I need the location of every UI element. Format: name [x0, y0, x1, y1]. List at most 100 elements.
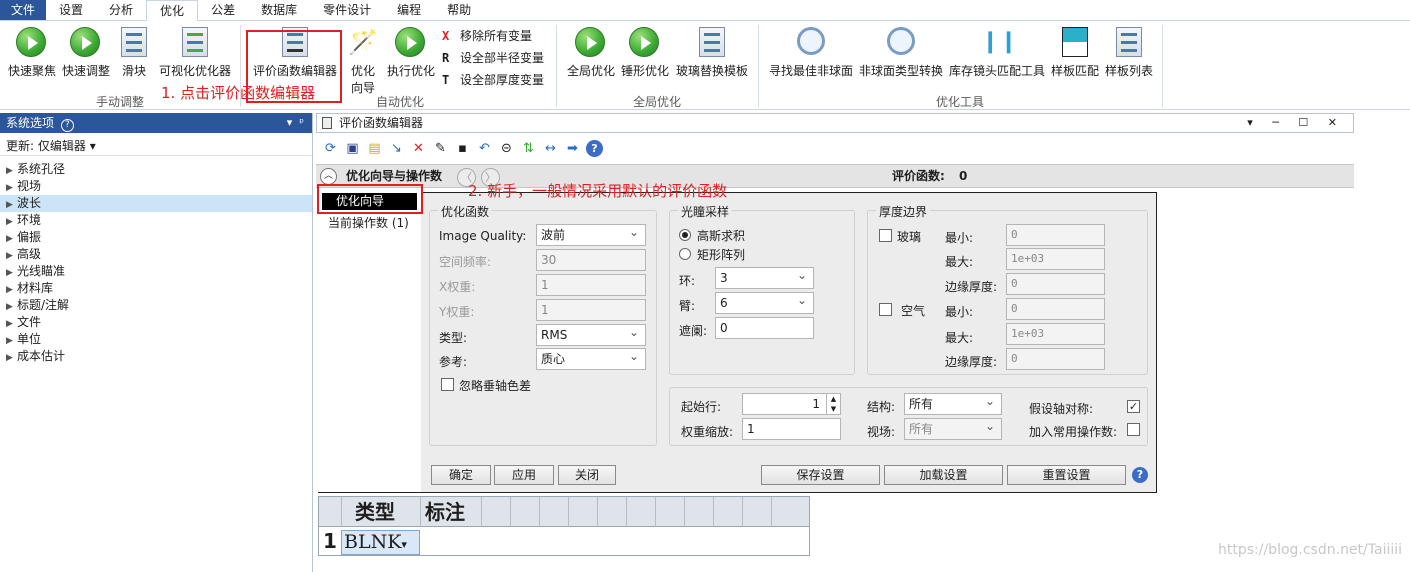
set-all-radius-variable-button[interactable]: R 设全部半径变量 [442, 49, 544, 66]
find-best-asphere-button[interactable]: 寻找最佳非球面 [768, 27, 854, 79]
update-icon[interactable]: ⇅ [520, 140, 537, 157]
add-favorite-operands-checkbox[interactable] [1127, 423, 1140, 436]
help-icon[interactable]: ? [586, 139, 603, 157]
caret-down-icon: ▾ [89, 139, 96, 153]
y-weight-input[interactable]: 1 [536, 299, 646, 321]
air-min-input[interactable]: 0 [1006, 298, 1105, 320]
option-title-notes[interactable]: ▶ 标题/注解 [0, 297, 312, 314]
stock-lens-matching-button[interactable]: ❙❙ 库存镜头匹配工具 [948, 27, 1046, 79]
quick-adjust-button[interactable]: 快速调整 [60, 27, 112, 79]
save-icon[interactable]: ▣ [344, 140, 361, 157]
menu-optimize[interactable]: 优化 [146, 0, 199, 22]
air-checkbox[interactable] [879, 303, 892, 316]
reset-settings-button[interactable]: 重置设置 [1007, 465, 1126, 485]
glass-checkbox[interactable] [879, 229, 892, 242]
test-plate-list-button[interactable]: 样板列表 [1104, 27, 1154, 79]
option-environment[interactable]: ▶ 环境 [0, 212, 312, 229]
remove-all-variables-button[interactable]: X 移除所有变量 [442, 27, 532, 44]
glass-template-icon [699, 27, 725, 57]
glass-min-input[interactable]: 0 [1006, 224, 1105, 246]
ignore-lateral-color-checkbox[interactable] [441, 378, 454, 391]
x-weight-input[interactable]: 1 [536, 274, 646, 296]
hammer-optimization-button[interactable]: 锤形优化 [620, 27, 670, 79]
menu-tolerance[interactable]: 公差 [198, 0, 248, 20]
window-controls[interactable]: ▾ ─ ☐ ✕ [1247, 114, 1345, 132]
undo-icon[interactable]: ↶ [476, 140, 493, 157]
menu-settings[interactable]: 设置 [46, 0, 96, 20]
editor-doc-icon [322, 117, 332, 129]
test-plate-match-button[interactable]: 样板匹配 [1050, 27, 1100, 79]
arms-select[interactable]: 6 [715, 290, 814, 314]
wizard-icon[interactable]: ✎ [432, 140, 449, 157]
spatial-frequency-input[interactable]: 30 [536, 249, 646, 271]
arrow-right-icon[interactable]: ➡ [564, 140, 581, 157]
option-advanced[interactable]: ▶ 高级 [0, 246, 312, 263]
option-files[interactable]: ▶ 文件 [0, 314, 312, 331]
toggle-icon[interactable]: ⊝ [498, 140, 515, 157]
save-settings-button[interactable]: 保存设置 [761, 465, 880, 485]
menu-database[interactable]: 数据库 [248, 0, 310, 20]
field-select[interactable]: 所有 [904, 416, 1002, 440]
air-max-input[interactable]: 1e+03 [1006, 323, 1105, 345]
insert-row-icon[interactable]: ↘ [388, 140, 405, 157]
obscuration-input[interactable]: 0 [715, 317, 814, 339]
option-ray-aiming[interactable]: ▶ 光线瞄准 [0, 263, 312, 280]
help-icon[interactable]: ? [60, 119, 74, 132]
play-icon [70, 27, 100, 57]
load-settings-button[interactable]: 加载设置 [884, 465, 1003, 485]
rings-select[interactable]: 3 [715, 265, 814, 289]
slider-button[interactable]: 滑块 [118, 27, 150, 79]
image-quality-select[interactable]: 波前 [536, 222, 646, 246]
menu-programming[interactable]: 编程 [384, 0, 434, 20]
glass-edge-input[interactable]: 0 [1006, 273, 1105, 295]
glass-substitution-button[interactable]: 玻璃替换模板 [674, 27, 750, 79]
global-optimization-button[interactable]: 全局优化 [566, 27, 616, 79]
menu-help[interactable]: 帮助 [434, 0, 484, 20]
glass-max-input[interactable]: 1e+03 [1006, 248, 1105, 270]
start-row-input[interactable]: 1 ▲ ▼ [742, 393, 841, 415]
operand-type-cell[interactable]: BLNK▾ [341, 530, 420, 555]
r-icon: R [442, 50, 450, 65]
calculator-icon[interactable]: ▪ [454, 140, 471, 157]
option-material-catalogs[interactable]: ▶ 材料库 [0, 280, 312, 297]
option-aperture[interactable]: ▶ 系统孔径 [0, 161, 312, 178]
update-mode-dropdown[interactable]: 更新: 仅编辑器 ▾ [0, 136, 312, 156]
ok-button[interactable]: 确定 [431, 465, 491, 485]
option-fields[interactable]: ▶ 视场 [0, 178, 312, 195]
weight-scale-input[interactable]: 1 [742, 418, 841, 440]
air-edge-input[interactable]: 0 [1006, 348, 1105, 370]
set-all-thickness-variable-button[interactable]: T 设全部厚度变量 [442, 71, 544, 88]
option-cost-estimator[interactable]: ▶ 成本估计 [0, 348, 312, 365]
menu-file[interactable]: 文件 [0, 0, 47, 20]
apply-button[interactable]: 应用 [494, 465, 554, 485]
rectangular-array-radio[interactable] [679, 248, 691, 260]
link-icon[interactable]: ↔ [542, 140, 559, 157]
assume-axial-symmetry-checkbox[interactable]: ✓ [1127, 400, 1140, 413]
spinner-icon[interactable]: ▲ ▼ [826, 394, 840, 414]
t-icon: T [442, 72, 450, 87]
gaussian-quadrature-radio[interactable] [679, 229, 691, 241]
load-icon[interactable]: ▤ [366, 140, 383, 157]
quick-focus-button[interactable]: 快速聚焦 [6, 27, 58, 79]
configuration-select[interactable]: 所有 [904, 391, 1002, 415]
menu-part-design[interactable]: 零件设计 [310, 0, 384, 20]
asphere-type-convert-button[interactable]: 非球面类型转换 [858, 27, 944, 79]
visual-optimizer-button[interactable]: 可视化优化器 [156, 27, 234, 79]
option-polarization[interactable]: ▶ 偏振 [0, 229, 312, 246]
optimization-wizard-button[interactable]: 🪄 优化 向导 [346, 27, 380, 96]
close-button[interactable]: 关闭 [558, 465, 616, 485]
merit-function-label: 评价函数: [892, 169, 945, 183]
option-wavelengths[interactable]: ▶ 波长 [0, 195, 312, 212]
collapse-icon[interactable]: ︿ [320, 168, 337, 185]
type-select[interactable]: RMS [536, 322, 646, 346]
delete-row-icon[interactable]: ✕ [410, 140, 427, 157]
run-optimization-button[interactable]: 执行优化 [386, 27, 436, 79]
panel-controls[interactable]: ▾ ᵖ [287, 113, 304, 133]
row-number: 1 [323, 529, 337, 553]
option-units[interactable]: ▶ 单位 [0, 331, 312, 348]
nav-current-operands[interactable]: 当前操作数 (1) [328, 214, 409, 231]
help-icon[interactable]: ? [1132, 467, 1148, 483]
refresh-icon[interactable]: ⟳ [322, 140, 339, 157]
menu-analysis[interactable]: 分析 [96, 0, 146, 20]
reference-select[interactable]: 质心 [536, 346, 646, 370]
